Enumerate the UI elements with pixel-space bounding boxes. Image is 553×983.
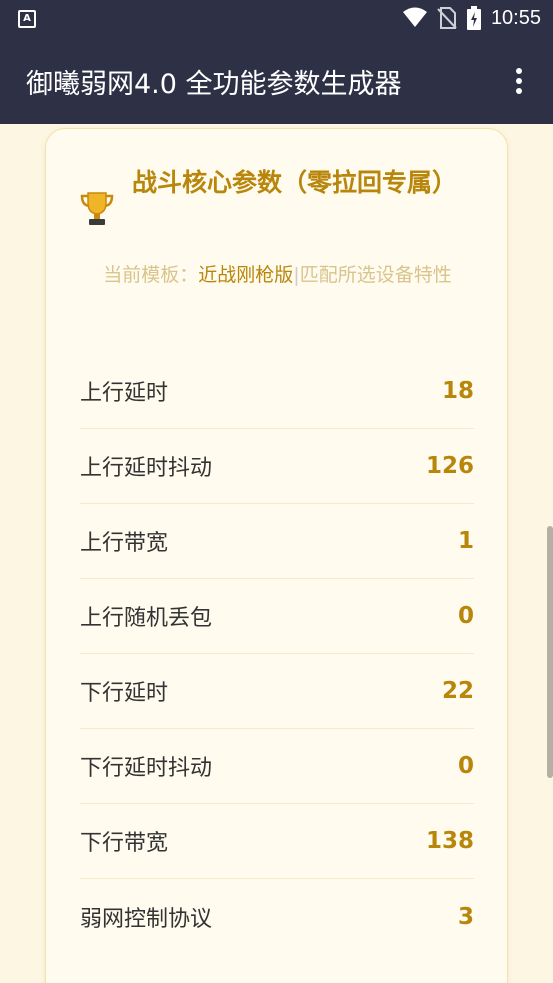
status-bar: A 10:55 [0,0,553,38]
param-row: 弱网控制协议 3 [80,879,474,954]
param-value: 3 [457,903,474,930]
param-label: 上行带宽 [80,531,169,556]
param-row: 上行带宽 1 [80,504,474,579]
trophy-icon [80,192,114,225]
param-label: 下行带宽 [80,831,169,856]
template-subtitle: 当前模板：近战刚枪版|匹配所选设备特性 [76,259,479,291]
vertical-scrollbar[interactable] [547,526,553,778]
param-label: 下行延时 [80,681,169,706]
main-content[interactable]: 战斗核心参数（零拉回专属） 当前模板：近战刚枪版|匹配所选设备特性 上行延时 1… [0,124,553,983]
battery-charging-icon [466,6,481,30]
card-title: 战斗核心参数（零拉回专属） [132,168,458,197]
app-notification-icon: A [18,10,36,28]
app-title: 御曦弱网4.0 全功能参数生成器 [26,69,402,100]
param-label: 弱网控制协议 [80,906,213,932]
param-label: 上行随机丢包 [80,606,213,631]
status-time: 10:55 [490,6,541,29]
param-value: 1 [457,528,474,554]
param-row: 上行延时 18 [80,354,474,429]
overflow-menu-icon[interactable] [505,66,533,96]
template-name: 近战刚枪版 [198,264,294,286]
param-value: 0 [457,753,474,779]
param-label: 下行延时抖动 [80,756,213,781]
app-bar: 御曦弱网4.0 全功能参数生成器 [0,38,553,124]
no-sim-icon [437,7,457,29]
param-value: 18 [441,378,474,404]
param-row: 下行带宽 138 [80,804,474,879]
param-row: 下行延时抖动 0 [80,729,474,804]
param-row: 下行延时 22 [80,654,474,729]
wifi-icon [402,7,427,27]
param-label: 上行延时抖动 [80,456,213,481]
param-label: 上行延时 [80,381,169,406]
param-list: 上行延时 18 上行延时抖动 126 上行带宽 1 上行随机丢包 0 下行延时 … [80,354,474,954]
battle-params-card: 战斗核心参数（零拉回专属） 当前模板：近战刚枪版|匹配所选设备特性 上行延时 1… [45,128,508,983]
param-row: 上行延时抖动 126 [80,429,474,504]
param-value: 22 [441,678,474,704]
param-value: 126 [425,453,474,479]
param-value: 0 [457,603,474,629]
subtitle-suffix: 匹配所选设备特性 [299,264,452,286]
subtitle-prefix: 当前模板： [103,264,199,286]
param-value: 138 [425,828,474,854]
param-row: 上行随机丢包 0 [80,579,474,654]
